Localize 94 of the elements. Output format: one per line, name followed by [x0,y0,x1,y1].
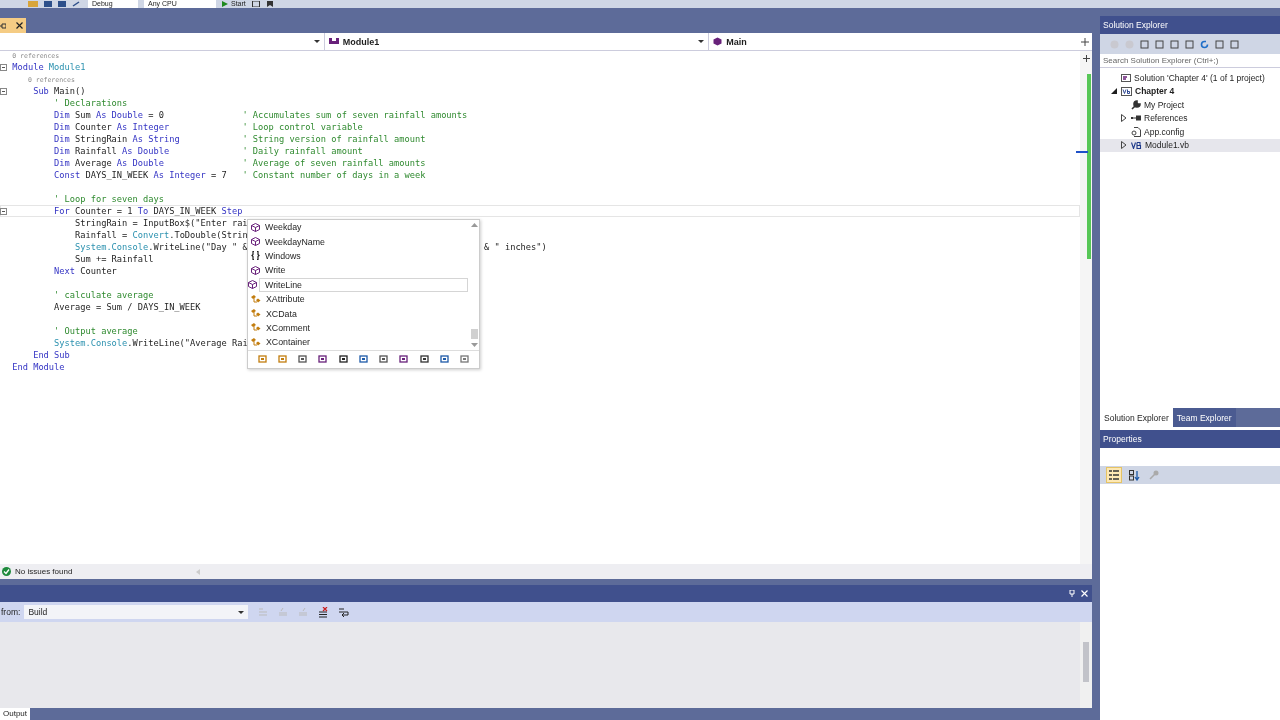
filter-icon[interactable] [338,355,348,364]
scrollbar[interactable] [1080,622,1092,708]
config-file-icon [1131,126,1141,137]
panel-title: Solution Explorer [1103,20,1168,30]
scroll-up-icon[interactable] [470,223,478,227]
output-tab[interactable]: Output [0,708,30,720]
filter-icon[interactable] [399,355,409,364]
panel-title: Properties [1103,434,1142,444]
code-line: Dim Rainfall As Double ' Daily rainfall amount [53,146,363,156]
output-source-label: from: [1,607,21,617]
member-dropdown[interactable]: Main [709,33,1081,50]
class-icon [251,323,261,333]
tree-item[interactable]: Module1.vb [1100,138,1280,152]
vb-file-icon [1131,141,1142,149]
code-line: System.Console.WriteLine("Average Rai [53,338,248,348]
module-icon [328,37,339,46]
issues-status: No issues found [15,567,73,576]
output-source-dropdown[interactable]: Build [24,605,249,619]
code-line: Sum += Rainfall [74,254,154,264]
code-line: End Module [12,362,65,372]
tree-item[interactable]: App.config [1100,125,1280,139]
collapsed-arrow-icon[interactable] [1121,141,1127,150]
panel-tab[interactable]: Solution Explorer [1100,408,1173,427]
collapsed-arrow-icon[interactable] [1121,114,1127,123]
categorized-button[interactable] [1106,467,1122,483]
expanded-arrow-icon[interactable] [1111,88,1117,95]
panel-tab[interactable]: Team Explorer [1172,408,1236,427]
code-line: ' Declarations [53,98,128,108]
code-line: Sub Main() [32,86,86,96]
dropdown-arrow-icon [698,40,705,43]
close-icon[interactable] [16,22,23,29]
code-line: Module Module1 [12,62,86,72]
completion-item[interactable]: Windows [248,248,468,264]
add-icon[interactable] [1082,55,1090,62]
code-line: ' calculate average [53,290,154,300]
filter-icon[interactable] [379,355,389,364]
method-icon [251,237,260,247]
completion-item[interactable]: WeekdayName [248,234,468,249]
references-icon [1131,115,1141,122]
code-line: Dim StringRain As String ' String version of rainfall amount [53,134,426,144]
filter-icon[interactable] [358,355,368,364]
dropdown-arrow-icon [238,610,245,614]
scroll-down-icon[interactable] [470,342,478,347]
code-line: Const DAYS_IN_WEEK As Integer = 7 ' Constant number of days in a week [53,170,426,180]
success-icon [2,567,11,576]
code-line: Next Counter [53,266,117,276]
method-icon [248,280,257,290]
pin-icon[interactable] [0,22,6,29]
code-line: ' Loop for seven days [53,194,164,204]
scroll-thumb[interactable] [470,328,478,339]
dropdown-arrow-icon [313,40,320,43]
class-icon [251,309,261,319]
class-icon [251,337,261,347]
code-line: & " inches") [484,241,547,253]
document-tab[interactable] [0,18,26,33]
filter-icon[interactable] [318,355,328,364]
split-icon[interactable] [1081,37,1089,46]
code-line: Dim Counter As Integer ' Loop control variable [53,122,363,132]
method-icon [251,222,260,232]
completion-item[interactable]: XContainer [248,335,468,350]
solution-icon [1121,72,1131,83]
completion-item[interactable]: XAttribute [248,291,468,307]
class-icon [251,294,261,304]
tree-item[interactable]: References [1100,111,1280,125]
method-icon [251,265,260,275]
completion-item[interactable]: XCData [248,306,468,321]
vb-project-icon [1121,86,1132,96]
alphabetical-button[interactable] [1126,467,1142,483]
type-dropdown[interactable]: Module1 [324,33,710,50]
code-line: Dim Sum As Double = 0 ' Accumulates sum of seven rainfall amounts [53,110,468,120]
completion-item[interactable]: XComment [248,320,468,336]
code-line: End Sub [32,350,70,360]
completion-item[interactable]: Weekday [248,220,468,235]
filter-icon[interactable] [298,355,308,364]
completion-item[interactable]: Write [248,263,468,278]
word-wrap-icon[interactable] [338,607,350,617]
refresh-icon[interactable] [1200,39,1209,49]
code-line: Rainfall = Convert.ToDouble(Strin [74,230,248,240]
filter-icon[interactable] [419,355,429,364]
code-line: ' Output average [53,326,138,336]
method-icon [713,37,723,46]
code-line: Dim Average As Double ' Average of seven rainfall amounts [53,158,426,168]
wrench-icon [1131,99,1141,110]
scrollbar[interactable] [469,220,479,350]
code-line: Average = Sum / DAYS_IN_WEEK [53,302,201,312]
tree-item[interactable]: Solution 'Chapter 4' (1 of 1 project) [1100,71,1280,85]
namespace-icon [251,251,260,261]
tree-item[interactable]: Chapter 4 [1100,84,1280,98]
filter-icon[interactable] [440,355,449,364]
tree-item[interactable]: My Project [1100,98,1280,112]
clear-all-icon[interactable] [318,606,329,618]
code-line: For Counter = 1 To DAYS_IN_WEEK Step [53,206,243,216]
code-line: StringRain = InputBox$("Enter rai [74,218,248,228]
toolbar-icon[interactable] [251,1,260,7]
